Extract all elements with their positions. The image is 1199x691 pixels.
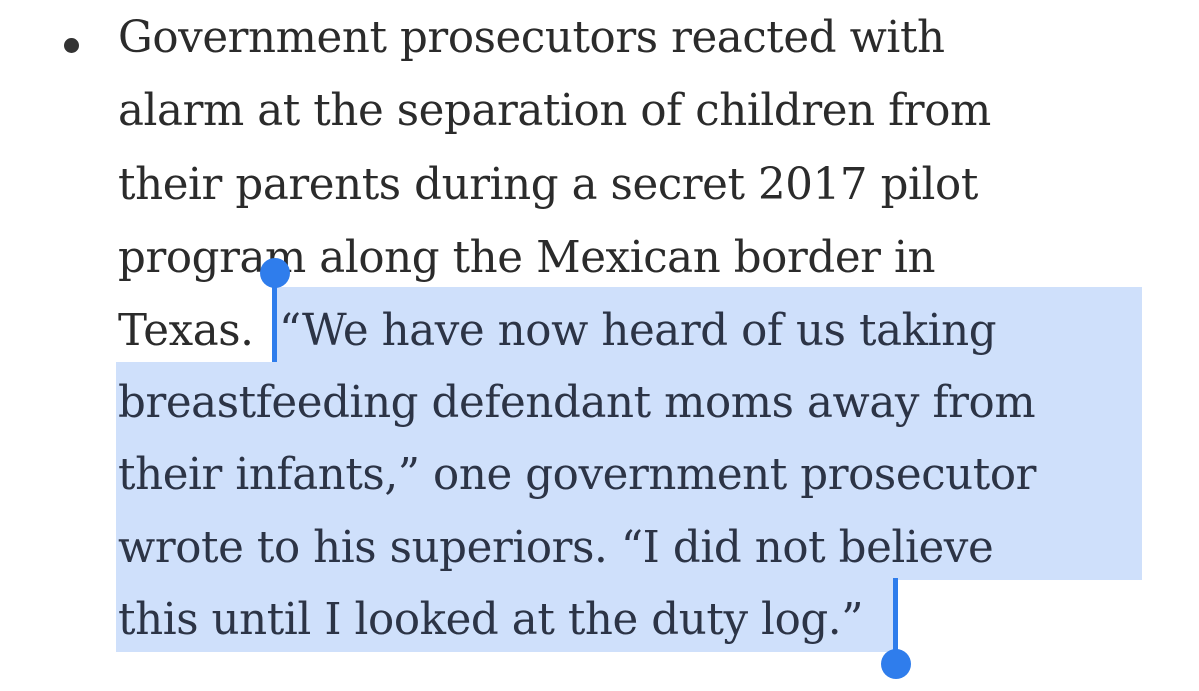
selection-end-handle[interactable] [881,649,911,679]
selected-text-line: their infants,” one government prosecuto… [118,450,1037,500]
selected-text-line: wrote to his superiors. “I did not belie… [118,523,994,573]
selection-start-handle-bar[interactable] [272,278,277,362]
selected-text-line: this until I looked at the duty log.” [118,595,864,645]
paragraph-line: Texas. [118,306,254,356]
paragraph-line: program along the Mexican border in [118,233,936,283]
selected-text-line: breastfeeding defendant moms away from [118,378,1036,428]
article-page: Government prosecutors reacted with alar… [0,0,1199,691]
paragraph-line: alarm at the separation of children from [118,86,991,136]
selection-start-handle[interactable] [260,258,290,288]
paragraph-line: their parents during a secret 2017 pilot [118,160,978,210]
paragraph-line: Government prosecutors reacted with [118,13,945,63]
selected-text-line: “We have now heard of us taking [279,306,997,356]
bullet-dot [64,38,79,53]
